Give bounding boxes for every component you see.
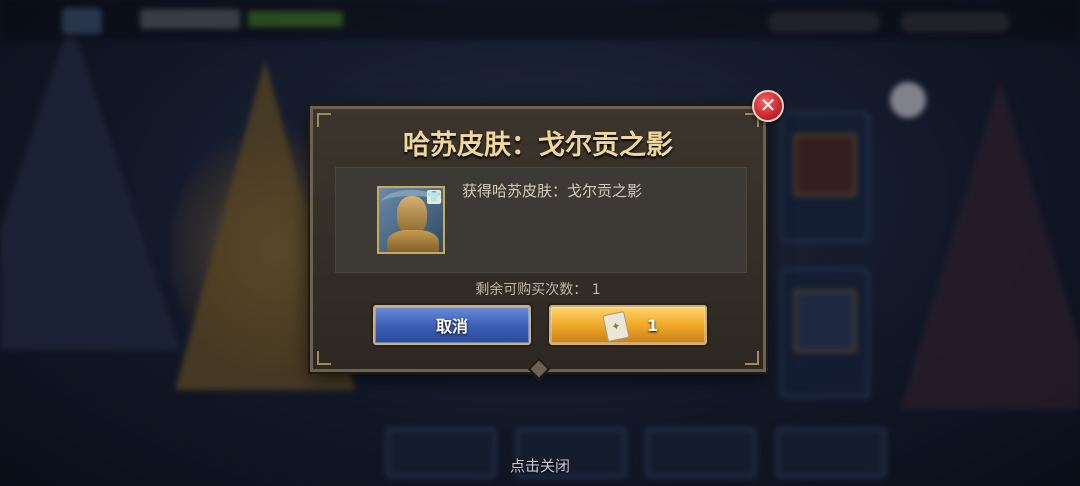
corner-ornament	[317, 351, 331, 365]
item-description: 获得哈苏皮肤：戈尔贡之影	[462, 182, 643, 200]
purchase-dialog: 哈苏皮肤：戈尔贡之影 👕 获得哈苏皮肤：戈尔贡之影 剩余可购买次数： 1 取消 …	[310, 106, 766, 381]
shirt-icon: 👕	[427, 190, 441, 204]
tap-to-close-hint[interactable]: 点击关闭	[0, 455, 1080, 476]
dialog-title: 哈苏皮肤：戈尔贡之影	[403, 130, 673, 161]
cancel-button[interactable]: 取消	[373, 305, 531, 345]
corner-ornament	[745, 351, 759, 365]
gorgon-skin-portrait-icon[interactable]: 👕	[377, 186, 445, 254]
remaining-label: 剩余可购买次数：	[475, 282, 588, 298]
cancel-label: 取消	[435, 317, 468, 336]
item-panel: 👕 获得哈苏皮肤：戈尔贡之影	[335, 167, 747, 273]
remaining-purchases: 剩余可购买次数： 1	[313, 279, 763, 299]
close-icon[interactable]: ✕	[752, 90, 784, 122]
ticket-icon: ✦	[602, 311, 630, 342]
buy-cost: 1	[647, 316, 659, 335]
buy-button[interactable]: ✦ 1	[549, 305, 707, 345]
remaining-value: 1	[591, 282, 601, 298]
